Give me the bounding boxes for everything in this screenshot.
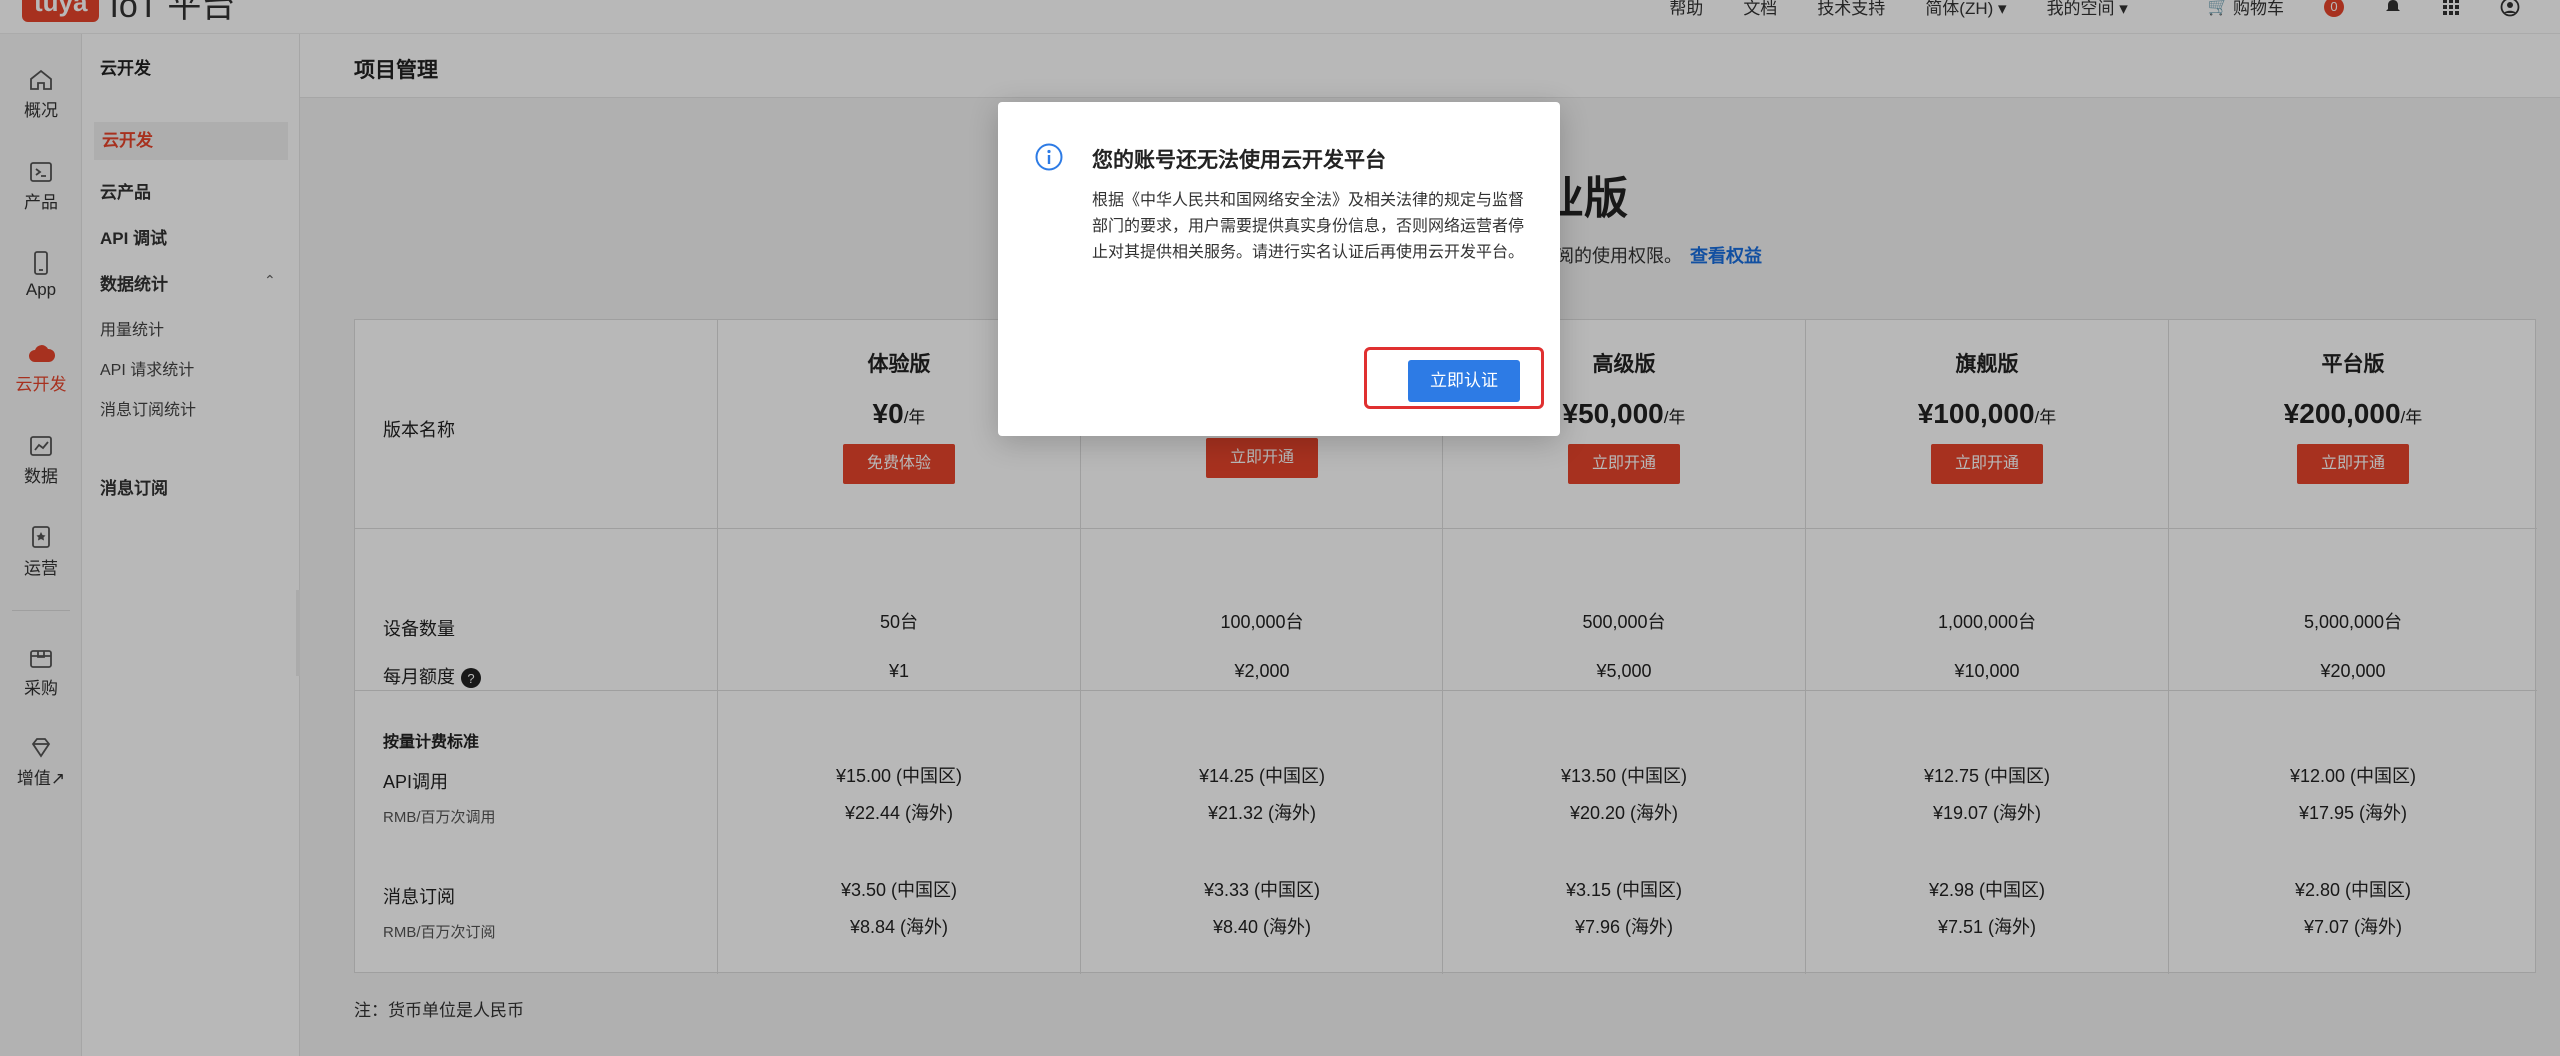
modal-body: 根据《中华人民共和国网络安全法》及相关法律的规定与监督部门的要求，用户需要提供真… bbox=[1092, 192, 1525, 261]
info-icon bbox=[1035, 143, 1063, 171]
verification-modal: 您的账号还无法使用云开发平台 根据《中华人民共和国网络安全法》及相关法律的规定与… bbox=[998, 102, 1560, 436]
verify-now-button[interactable]: 立即认证 bbox=[1408, 360, 1520, 402]
modal-title: 您的账号还无法使用云开发平台 bbox=[1092, 149, 1386, 172]
